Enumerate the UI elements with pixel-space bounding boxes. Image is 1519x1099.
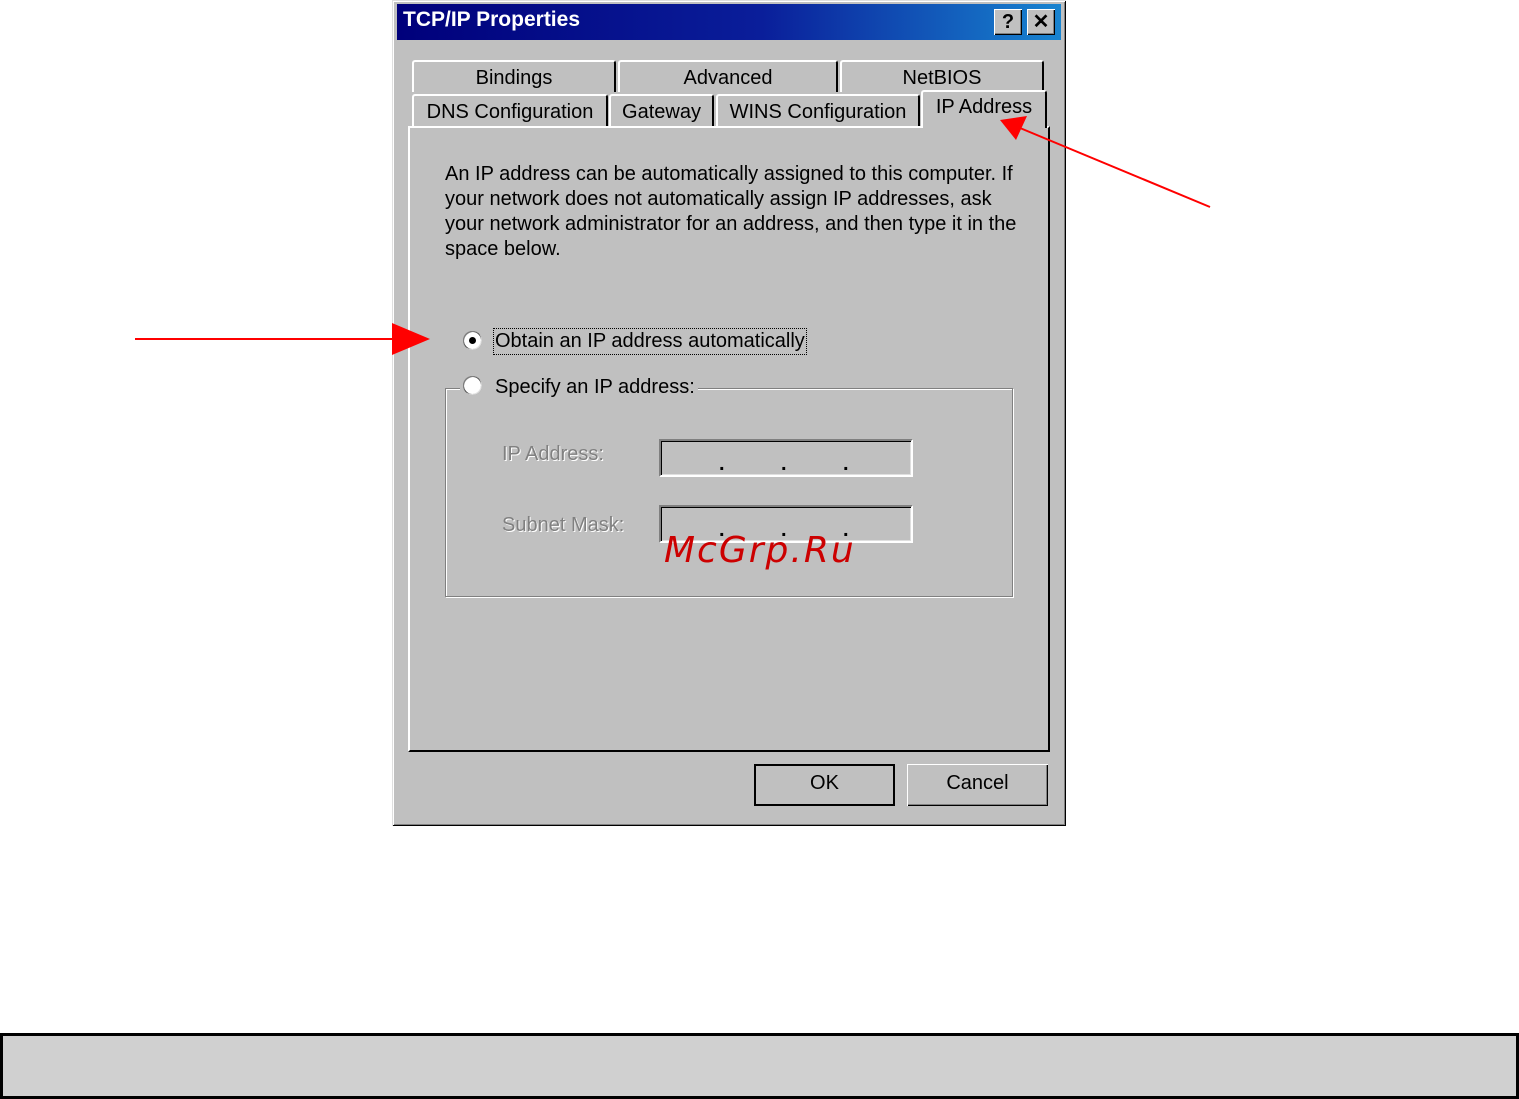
annotation-arrows (135, 116, 1211, 355)
arrow-to-ip-address-tab (1000, 116, 1211, 208)
arrow-to-obtain-automatically (135, 323, 430, 355)
